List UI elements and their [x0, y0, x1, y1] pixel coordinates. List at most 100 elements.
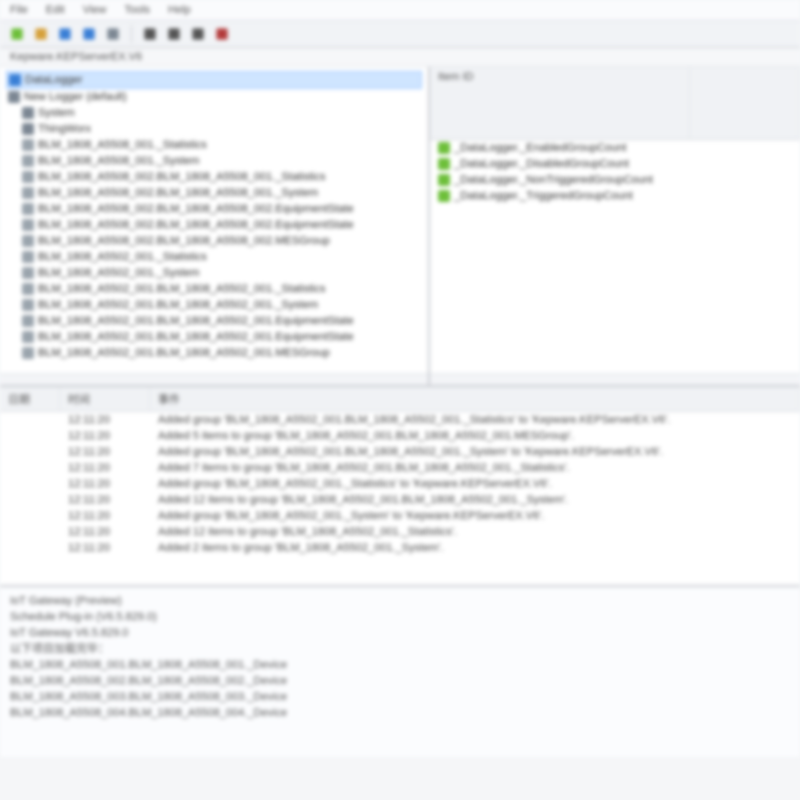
- tree-node-label: BLM_1808_A5502_001.BLM_1808_A5502_001.ME…: [38, 345, 330, 361]
- log-time: 12:11:20: [60, 445, 150, 459]
- scrollbar-h[interactable]: [0, 373, 428, 385]
- log-time: 12:11:20: [60, 429, 150, 443]
- open-icon[interactable]: [32, 25, 50, 43]
- cell-item-id: _DataLogger._EnabledGroupCount: [430, 141, 690, 155]
- menu-tools[interactable]: Tools: [124, 4, 150, 16]
- delete-icon[interactable]: [213, 25, 231, 43]
- log-row[interactable]: 12:11:20Added 12 items to group 'BLM_180…: [0, 524, 800, 540]
- tree-node[interactable]: System: [6, 105, 422, 121]
- col-item-id[interactable]: Item ID: [430, 67, 690, 139]
- log-col-time[interactable]: 时间: [60, 387, 150, 411]
- tree-node[interactable]: ThingWorx: [6, 121, 422, 137]
- tree-node[interactable]: BLM_1808_A5502_001.BLM_1808_A5502_001.Eq…: [6, 329, 422, 345]
- menu-file[interactable]: File: [10, 4, 28, 16]
- folder-icon: [22, 123, 34, 135]
- tree-node[interactable]: BLM_1808_A5508_001._System: [6, 153, 422, 169]
- status-line: 以下项目加载完毕：: [10, 641, 790, 657]
- tree-node[interactable]: BLM_1808_A5502_001._Statistics: [6, 249, 422, 265]
- tree-node[interactable]: BLM_1808_A5508_002.BLM_1808_A5508_001._S…: [6, 169, 422, 185]
- paste-icon[interactable]: [189, 25, 207, 43]
- tree-node-label: BLM_1808_A5508_002.BLM_1808_A5508_001._S…: [38, 185, 318, 201]
- log-time: 12:11:20: [60, 477, 150, 491]
- refresh-icon[interactable]: [80, 25, 98, 43]
- folder-icon: [8, 91, 20, 103]
- menu-view[interactable]: View: [83, 4, 107, 16]
- tree-node[interactable]: BLM_1808_A5508_002.BLM_1808_A5508_002.ME…: [6, 233, 422, 249]
- grid-row[interactable]: _DataLogger._DisabledGroupCountDWord: [430, 156, 800, 172]
- tree-node-label: BLM_1808_A5502_001._Statistics: [38, 249, 207, 265]
- group-icon: [22, 331, 34, 343]
- tree-node[interactable]: BLM_1808_A5502_001._System: [6, 265, 422, 281]
- tree-node-label: BLM_1808_A5502_001.BLM_1808_A5502_001.Eq…: [38, 329, 354, 345]
- tree-node[interactable]: BLM_1808_A5502_001.BLM_1808_A5502_001.Eq…: [6, 313, 422, 329]
- scrollbar-h[interactable]: [430, 373, 800, 385]
- log-date: [0, 525, 60, 539]
- group-icon: [22, 315, 34, 327]
- group-icon: [22, 203, 34, 215]
- group-icon: [22, 139, 34, 151]
- status-line: IoT Gateway V6.5.829.0: [10, 625, 790, 641]
- new-icon[interactable]: [8, 25, 26, 43]
- copy-icon[interactable]: [165, 25, 183, 43]
- log-pane: 日期 时间 事件 12:11:20Added group 'BLM_1808_A…: [0, 387, 800, 587]
- log-date: [0, 413, 60, 427]
- server-icon: [9, 74, 21, 86]
- group-icon: [22, 251, 34, 263]
- tree-node-label: DataLogger: [25, 72, 83, 88]
- log-row[interactable]: 12:11:20Added 5 items to group 'BLM_1808…: [0, 428, 800, 444]
- log-date: [0, 461, 60, 475]
- tree-node-label: BLM_1808_A5508_002.BLM_1808_A5508_002.Eq…: [38, 201, 354, 217]
- group-icon: [22, 283, 34, 295]
- tree[interactable]: DataLoggerNew Logger (default)SystemThin…: [0, 67, 428, 373]
- tree-node-label: System: [38, 105, 75, 121]
- log-date: [0, 493, 60, 507]
- tree-node-label: BLM_1808_A5508_002.BLM_1808_A5508_002.Eq…: [38, 217, 354, 233]
- cell-item-id: _DataLogger._NonTriggeredGroupCount: [430, 173, 690, 187]
- tree-node[interactable]: BLM_1808_A5502_001.BLM_1808_A5502_001.ME…: [6, 345, 422, 361]
- grid-body[interactable]: _DataLogger._EnabledGroupCountDWord_Data…: [430, 140, 800, 373]
- col-blank[interactable]: [690, 67, 800, 139]
- log-message: Added group 'BLM_1808_A5502_001.BLM_1808…: [150, 445, 800, 459]
- log-message: Added group 'BLM_1808_A5502_001._Statist…: [150, 477, 800, 491]
- save-icon[interactable]: [56, 25, 74, 43]
- status-line: BLM_1808_A5508_002.BLM_1808_A5508_002._D…: [10, 673, 790, 689]
- tree-node[interactable]: BLM_1808_A5508_002.BLM_1808_A5508_002.Eq…: [6, 201, 422, 217]
- tree-node[interactable]: BLM_1808_A5508_002.BLM_1808_A5508_001._S…: [6, 185, 422, 201]
- cut-icon[interactable]: [141, 25, 159, 43]
- props-icon[interactable]: [104, 25, 122, 43]
- log-row[interactable]: 12:11:20Added group 'BLM_1808_A5502_001.…: [0, 444, 800, 460]
- tree-node[interactable]: BLM_1808_A5508_002.BLM_1808_A5508_002.Eq…: [6, 217, 422, 233]
- log-row[interactable]: 12:11:20Added 2 items to group 'BLM_1808…: [0, 540, 800, 556]
- group-icon: [22, 187, 34, 199]
- split-top: DataLoggerNew Logger (default)SystemThin…: [0, 67, 800, 387]
- tree-node[interactable]: New Logger (default): [6, 89, 422, 105]
- log-message: Added 5 items to group 'BLM_1808_A5502_0…: [150, 429, 800, 443]
- log-row[interactable]: 12:11:20Added group 'BLM_1808_A5502_001.…: [0, 476, 800, 492]
- menu-edit[interactable]: Edit: [46, 4, 65, 16]
- status-line: Schedule Plug-in (V6.5.829.0): [10, 609, 790, 625]
- tree-node[interactable]: BLM_1808_A5508_001._Statistics: [6, 137, 422, 153]
- log-message: Added 12 items to group 'BLM_1808_A5502_…: [150, 525, 800, 539]
- log-row[interactable]: 12:11:20Added group 'BLM_1808_A5502_001.…: [0, 412, 800, 428]
- log-row[interactable]: 12:11:20Added 12 items to group 'BLM_180…: [0, 492, 800, 508]
- toolbar-separator: [131, 25, 132, 43]
- log-body[interactable]: 12:11:20Added group 'BLM_1808_A5502_001.…: [0, 412, 800, 556]
- menu-help[interactable]: Help: [168, 4, 191, 16]
- cell-blank: [690, 173, 800, 187]
- grid-row[interactable]: _DataLogger._EnabledGroupCountDWord: [430, 140, 800, 156]
- grid-row[interactable]: _DataLogger._NonTriggeredGroupCountDWord: [430, 172, 800, 188]
- status-line: BLM_1808_A5508_003.BLM_1808_A5508_003._D…: [10, 689, 790, 705]
- tree-node[interactable]: DataLogger: [6, 71, 422, 89]
- group-icon: [22, 219, 34, 231]
- log-time: 12:11:20: [60, 413, 150, 427]
- log-col-date[interactable]: 日期: [0, 387, 60, 411]
- grid-row[interactable]: _DataLogger._TriggeredGroupCountDWord: [430, 188, 800, 204]
- tree-node[interactable]: BLM_1808_A5502_001.BLM_1808_A5502_001._S…: [6, 281, 422, 297]
- tree-node-label: BLM_1808_A5508_001._System: [38, 153, 199, 169]
- cell-item-id: _DataLogger._DisabledGroupCount: [430, 157, 690, 171]
- log-time: 12:11:20: [60, 541, 150, 555]
- log-row[interactable]: 12:11:20Added 7 items to group 'BLM_1808…: [0, 460, 800, 476]
- tree-node[interactable]: BLM_1808_A5502_001.BLM_1808_A5502_001._S…: [6, 297, 422, 313]
- log-col-msg[interactable]: 事件: [150, 387, 800, 411]
- log-row[interactable]: 12:11:20Added group 'BLM_1808_A5502_001.…: [0, 508, 800, 524]
